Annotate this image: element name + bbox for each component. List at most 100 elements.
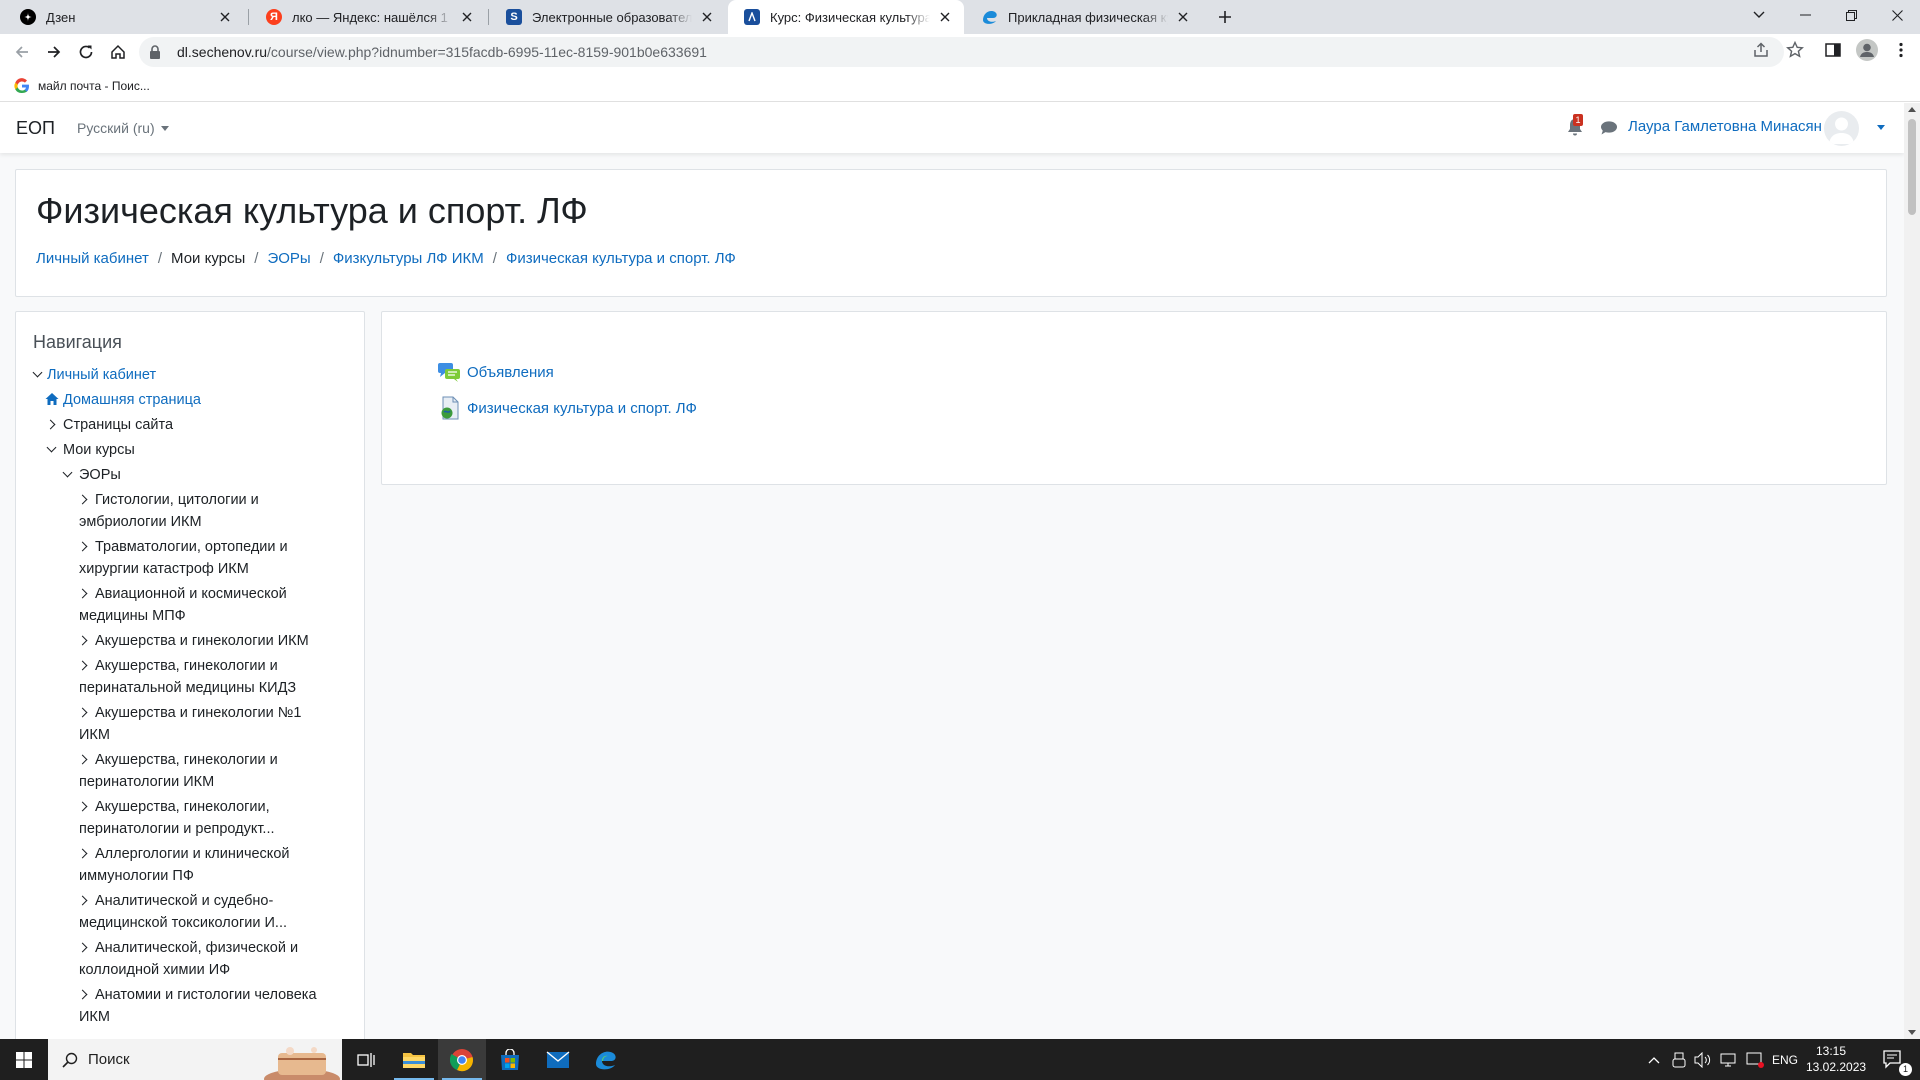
bookmark-star-icon[interactable] — [1786, 41, 1804, 59]
nav-course-item[interactable]: Акушерства, гинекологии и перинатальной м… — [31, 655, 351, 702]
chevron-down-icon — [32, 367, 43, 378]
close-window-button[interactable] — [1874, 0, 1920, 30]
nav-item-dashboard[interactable]: Личный кабинет — [31, 364, 351, 389]
breadcrumb-category[interactable]: Физкультуры ЛФ ИКМ — [333, 250, 484, 267]
user-avatar[interactable] — [1824, 111, 1859, 146]
nav-item-home[interactable]: Домашняя страница — [31, 389, 351, 414]
start-button[interactable] — [0, 1039, 48, 1080]
nav-item-label: Аналитической, физической и — [95, 940, 299, 956]
scrollbar-thumb[interactable] — [1908, 119, 1916, 215]
tab-title: Электронные образовательные — [532, 9, 692, 25]
nav-item-eor[interactable]: ЭОРы — [31, 464, 351, 489]
breadcrumb-course[interactable]: Физическая культура и спорт. ЛФ — [506, 250, 736, 267]
lang-label: ENG — [1772, 1052, 1799, 1067]
chrome-app-icon[interactable] — [438, 1039, 486, 1080]
nav-course-item[interactable]: Акушерства, гинекологии, перинатологии и … — [31, 796, 351, 843]
messages-chat-icon[interactable] — [1600, 120, 1618, 136]
nav-course-item[interactable]: Акушерства, гинекологии и перинатологии И… — [31, 749, 351, 796]
mail-app-icon[interactable] — [534, 1039, 582, 1080]
nav-course-item[interactable]: Аллергологии и клинической иммунологии ПФ — [31, 843, 351, 890]
close-icon[interactable] — [698, 8, 716, 26]
action-center-button[interactable]: 1 — [1868, 1039, 1920, 1080]
user-menu-chevron-down-icon[interactable] — [1877, 125, 1885, 130]
site-brand-link[interactable]: ЕОП — [16, 118, 55, 139]
activity-course-page[interactable]: Физическая культура и спорт. ЛФ — [437, 396, 697, 420]
tab-yandex[interactable]: Я лко — Яндекс: нашёлся 1 млн р — [250, 0, 486, 34]
tab-eor[interactable]: S Электронные образовательные — [490, 0, 726, 34]
nav-item-label: Акушерства, гинекологии и — [95, 752, 278, 768]
usb-device-icon[interactable] — [1672, 1039, 1686, 1080]
nav-item-label: Анатомии и гистологии человека — [95, 987, 317, 1003]
clock[interactable]: 13:15 13.02.2023 — [1806, 1043, 1866, 1075]
nav-course-item[interactable]: Гистологии, цитологии и эмбриологии ИКМ — [31, 489, 351, 536]
nav-item-label: эмбриологии ИКМ — [79, 514, 202, 530]
nav-course-item[interactable]: Авиационной и космической медицины МПФ — [31, 583, 351, 630]
sechenov-favicon-icon: S — [506, 9, 522, 25]
page-scrollbar[interactable] — [1904, 103, 1920, 1039]
new-tab-button[interactable] — [1213, 5, 1237, 29]
input-language-indicator[interactable]: ENG — [1772, 1039, 1798, 1080]
nav-course-item[interactable]: Анатомии и гистологии человека ИКМ — [31, 984, 351, 1031]
tab-divider — [248, 9, 249, 25]
address-bar[interactable]: dl.sechenov.ru/course/view.php?idnumber=… — [139, 37, 1784, 67]
course-header: Физическая культура и спорт. ЛФ Личный к… — [15, 169, 1887, 297]
chrome-menu-icon[interactable] — [1892, 41, 1910, 59]
back-button[interactable] — [8, 38, 36, 66]
home-icon — [45, 392, 59, 406]
scroll-up-arrow-icon[interactable] — [1908, 107, 1916, 112]
file-explorer-icon[interactable] — [390, 1039, 438, 1080]
activity-announcements[interactable]: Объявления — [437, 360, 554, 384]
wifi-off-icon[interactable] — [1746, 1039, 1764, 1080]
nav-item-label: ИКМ — [79, 727, 110, 743]
breadcrumb-separator: / — [319, 250, 324, 267]
show-hidden-icons-chevron-up-icon[interactable] — [1648, 1039, 1660, 1080]
bookmark-link[interactable]: майл почта - Поис... — [38, 79, 150, 93]
tab-title: лко — Яндекс: нашёлся 1 млн р — [292, 9, 452, 25]
restore-button[interactable] — [1828, 0, 1874, 30]
tab-title: Прикладная физическая культу — [1008, 9, 1168, 25]
lock-icon[interactable] — [149, 45, 165, 59]
browser-toolbar: dl.sechenov.ru/course/view.php?idnumber=… — [0, 34, 1920, 70]
breadcrumb-separator: / — [157, 250, 163, 267]
close-icon[interactable] — [458, 8, 476, 26]
nav-course-item[interactable]: Аналитической и судебно-медицинской токс… — [31, 890, 351, 937]
tab-title: Дзен — [46, 9, 76, 25]
breadcrumb-eor[interactable]: ЭОРы — [267, 250, 310, 267]
edge-app-icon[interactable] — [582, 1039, 630, 1080]
close-icon[interactable] — [216, 8, 234, 26]
tab-search-chevron-down-icon[interactable] — [1736, 0, 1782, 30]
share-icon[interactable] — [1752, 41, 1770, 59]
close-icon[interactable] — [936, 8, 954, 26]
nav-course-item[interactable]: Акушерства и гинекологии №1 ИКМ — [31, 702, 351, 749]
tab-dzen[interactable]: Дзен — [4, 0, 244, 34]
nav-course-item[interactable]: Аналитической, физической и коллоидной хи… — [31, 937, 351, 984]
tab-applied-pe[interactable]: Прикладная физическая культу — [966, 0, 1202, 34]
nav-course-item[interactable]: Травматологии, ортопедии и хирургии катас… — [31, 536, 351, 583]
breadcrumb-dashboard[interactable]: Личный кабинет — [36, 250, 149, 267]
close-icon[interactable] — [1174, 8, 1192, 26]
language-menu[interactable]: Русский (ru) — [77, 120, 169, 136]
minimize-button[interactable] — [1782, 0, 1828, 30]
navigation-block: Навигация Личный кабинет Домашняя страни… — [15, 311, 365, 1039]
nav-item-site-pages[interactable]: Страницы сайта — [31, 414, 351, 439]
scroll-down-arrow-icon[interactable] — [1908, 1030, 1916, 1035]
profile-avatar-icon[interactable] — [1856, 39, 1878, 61]
forward-button[interactable] — [40, 38, 68, 66]
google-icon — [14, 77, 30, 94]
network-icon[interactable] — [1720, 1039, 1738, 1080]
nav-item-my-courses[interactable]: Мои курсы — [31, 439, 351, 464]
nav-item-label: ЭОРы — [79, 467, 121, 483]
tab-course-active[interactable]: Курс: Физическая культура и сп — [728, 0, 964, 34]
side-panel-icon[interactable] — [1824, 41, 1842, 59]
volume-icon[interactable] — [1694, 1039, 1712, 1080]
user-menu-name[interactable]: Лаура Гамлетовна Минасян — [1628, 118, 1822, 135]
taskbar-search-box[interactable]: Поиск — [48, 1039, 342, 1080]
task-view-icon[interactable] — [342, 1039, 390, 1080]
nav-course-item[interactable]: Акушерства и гинекологии ИКМ — [31, 630, 351, 655]
breadcrumb-my-courses: Мои курсы — [171, 250, 246, 267]
home-button[interactable] — [104, 38, 132, 66]
nav-item-label: Акушерства и гинекологии №1 — [95, 705, 302, 721]
reload-button[interactable] — [72, 38, 100, 66]
store-app-icon[interactable] — [486, 1039, 534, 1080]
tab-divider — [488, 9, 489, 25]
